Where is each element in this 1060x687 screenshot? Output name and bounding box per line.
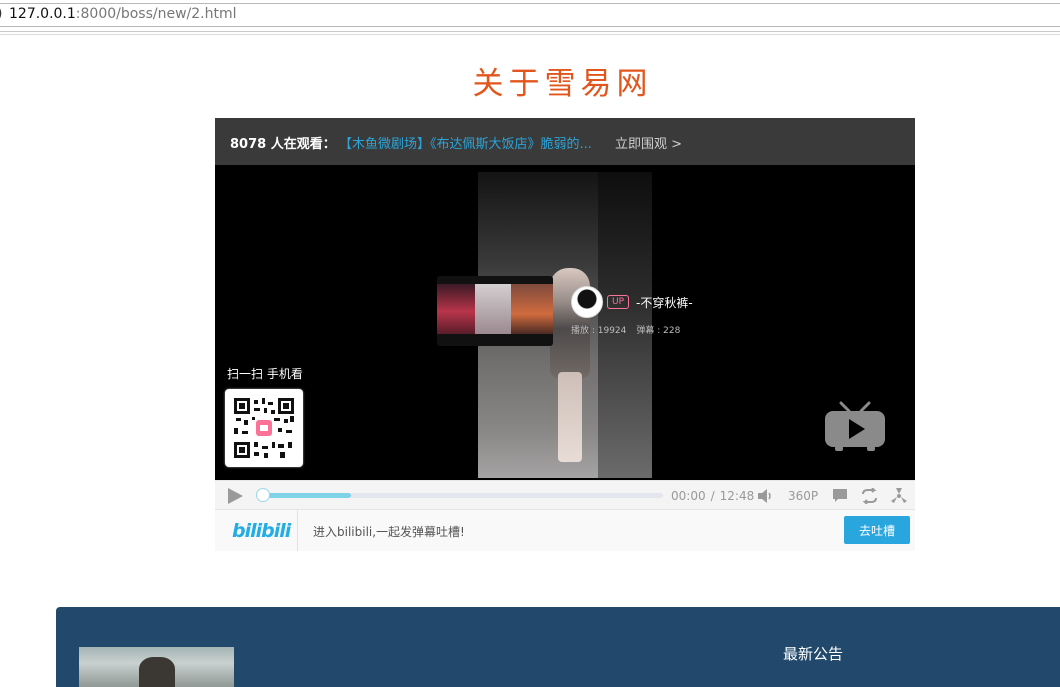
quality-selector[interactable]: 360P: [788, 489, 818, 503]
up-badge: UP: [607, 295, 630, 309]
player-controls: 00:00 / 12:48 360P: [215, 480, 915, 510]
danmaku-toggle-icon[interactable]: [832, 488, 848, 504]
now-playing-link[interactable]: 【木鱼微剧场】《布达佩斯大饭店》脆弱的...: [339, 133, 592, 152]
thumbnail-panel: [437, 284, 475, 334]
send-danmaku-button[interactable]: 去吐槽: [844, 516, 910, 544]
page-icon: ): [0, 6, 2, 22]
widescreen-icon[interactable]: [890, 487, 908, 504]
volume-icon[interactable]: [757, 489, 773, 503]
time-separator: /: [710, 489, 715, 503]
player-top-bar: 8078 人在观看： 【木鱼微剧场】《布达佩斯大饭店》脆弱的... 立即围观 >: [215, 118, 915, 165]
browser-address-bar: ) 127.0.0.1:8000/boss/new/2.html: [0, 0, 1060, 32]
uploader-name[interactable]: -不穿秋裤-: [636, 294, 693, 311]
url-text[interactable]: 127.0.0.1:8000/boss/new/2.html: [9, 6, 237, 22]
current-time: 00:00: [671, 489, 706, 503]
bilibili-tv-icon[interactable]: [823, 401, 887, 453]
time-display: 00:00 / 12:48: [671, 489, 754, 503]
notice-heading: 最新公告: [783, 645, 844, 663]
buffer-fill: [263, 493, 351, 498]
uploader-avatar[interactable]: [571, 286, 603, 318]
footer-panel: 最新公告: [56, 607, 1060, 687]
video-canvas[interactable]: UP -不穿秋裤- 播放 : 19924 弹幕 : 228 扫一扫 手机看: [215, 165, 915, 480]
page-title: 关于雪易网: [472, 66, 653, 102]
video-figure-legs: [558, 372, 582, 462]
total-time: 12:48: [719, 489, 755, 503]
photo-face: [139, 657, 175, 687]
progress-bar[interactable]: [256, 488, 663, 502]
divider: [297, 510, 298, 551]
danmaku-prompt[interactable]: 进入bilibili,一起发弹幕吐槽!: [313, 523, 465, 540]
thumbnail-panel: [475, 284, 511, 334]
thumbnail-panel: [511, 284, 553, 334]
toolbar-divider: [0, 34, 1060, 35]
watch-now-link[interactable]: 立即围观 >: [615, 133, 682, 152]
viewer-count: 8078 人在观看：: [230, 137, 336, 152]
play-icon[interactable]: [226, 487, 244, 505]
qr-code-icon: [234, 398, 294, 458]
loop-icon[interactable]: [861, 488, 878, 504]
qr-code: [225, 389, 303, 467]
video-thumbnail[interactable]: [437, 276, 553, 346]
danmaku-count: 弹幕 : 228: [636, 326, 681, 336]
url-host: 127.0.0.1: [9, 6, 76, 22]
profile-photo: [79, 647, 234, 687]
progress-knob[interactable]: [256, 488, 270, 502]
bilibili-logo[interactable]: bilibili: [232, 520, 291, 542]
url-path: :8000/boss/new/2.html: [75, 6, 237, 22]
video-player[interactable]: 8078 人在观看： 【木鱼微剧场】《布达佩斯大饭店》脆弱的... 立即围观 >…: [215, 118, 915, 551]
scan-label: 扫一扫 手机看: [227, 367, 303, 381]
danmaku-bar: bilibili 进入bilibili,一起发弹幕吐槽! 去吐槽: [215, 509, 915, 551]
plays-count: 播放 : 19924: [571, 326, 627, 336]
video-stats: 播放 : 19924 弹幕 : 228: [571, 323, 680, 336]
